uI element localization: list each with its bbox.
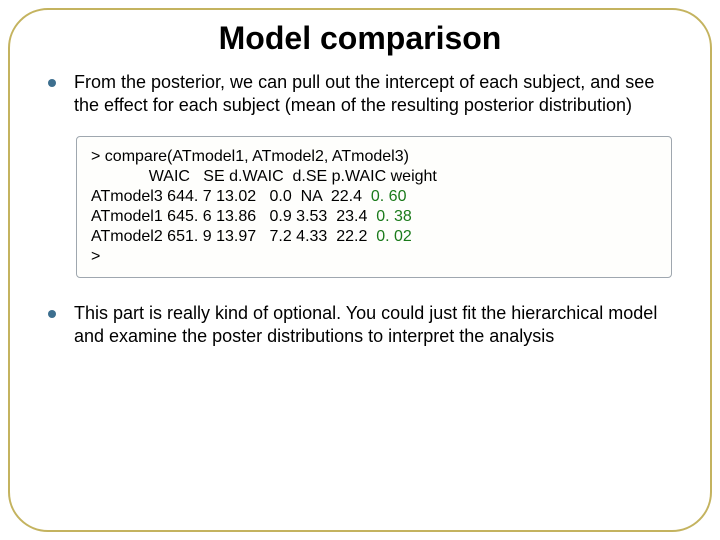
bullet-item: This part is really kind of optional. Yo… bbox=[48, 302, 672, 349]
code-weight: 0. 38 bbox=[376, 208, 412, 225]
code-weight: 0. 02 bbox=[376, 228, 412, 245]
code-weight: 0. 60 bbox=[371, 188, 407, 205]
bullet-dot-icon bbox=[48, 310, 56, 318]
bullet-text: This part is really kind of optional. Yo… bbox=[74, 302, 672, 349]
bullet-text: From the posterior, we can pull out the … bbox=[74, 71, 672, 118]
code-line: > bbox=[91, 247, 657, 267]
bullet-dot-icon bbox=[48, 79, 56, 87]
code-line: > compare(ATmodel1, ATmodel2, ATmodel3) bbox=[91, 147, 657, 167]
bullet-item: From the posterior, we can pull out the … bbox=[48, 71, 672, 118]
code-segment: ATmodel1 645. 6 13.86 0.9 3.53 23.4 bbox=[91, 208, 376, 225]
code-line: ATmodel1 645. 6 13.86 0.9 3.53 23.4 0. 3… bbox=[91, 207, 657, 227]
code-block: > compare(ATmodel1, ATmodel2, ATmodel3) … bbox=[76, 136, 672, 278]
code-line: ATmodel2 651. 9 13.97 7.2 4.33 22.2 0. 0… bbox=[91, 227, 657, 247]
slide-frame: Model comparison From the posterior, we … bbox=[8, 8, 712, 532]
code-segment: ATmodel2 651. 9 13.97 7.2 4.33 22.2 bbox=[91, 228, 376, 245]
page-title: Model comparison bbox=[48, 20, 672, 57]
code-line: WAIC SE d.WAIC d.SE p.WAIC weight bbox=[91, 167, 657, 187]
code-line: ATmodel3 644. 7 13.02 0.0 NA 22.4 0. 60 bbox=[91, 187, 657, 207]
code-segment: ATmodel3 644. 7 13.02 0.0 NA 22.4 bbox=[91, 188, 371, 205]
